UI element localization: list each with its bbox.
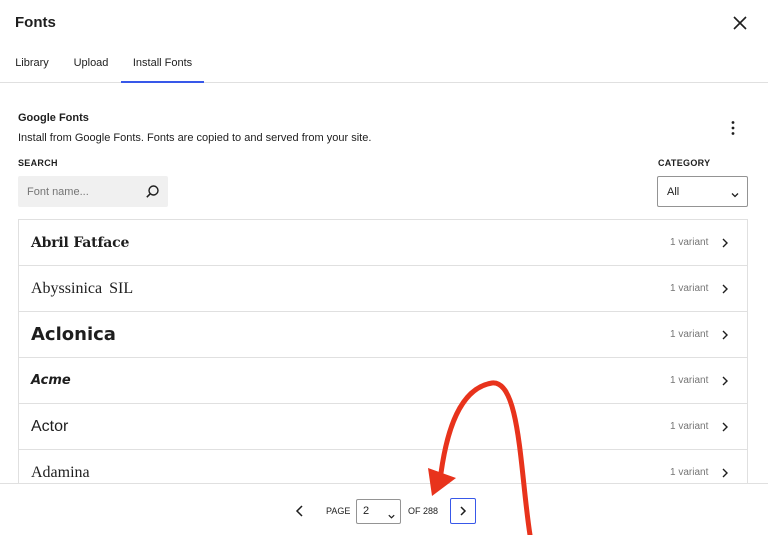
font-name: Aclonica (31, 324, 116, 345)
section-title: Google Fonts (18, 112, 89, 124)
modal-header: Fonts (0, 0, 768, 48)
font-row-adamina[interactable]: Adamina 1 variant (19, 450, 747, 483)
font-list: Abril Fatface 1 variant Abyssinica SIL 1… (18, 219, 748, 483)
font-row-acme[interactable]: Acme 1 variant (19, 358, 747, 404)
variant-count: 1 variant (670, 329, 709, 340)
category-label: CATEGORY (658, 158, 711, 168)
tab-library[interactable]: Library (6, 48, 58, 83)
search-label: SEARCH (18, 158, 58, 168)
variant-count: 1 variant (670, 375, 709, 386)
category-value: All (667, 186, 680, 198)
search-box (18, 176, 168, 207)
font-row-abyssinica-sil[interactable]: Abyssinica SIL 1 variant (19, 266, 747, 312)
chevron-right-icon (719, 374, 731, 386)
tab-upload[interactable]: Upload (64, 48, 118, 83)
font-name: Abyssinica SIL (31, 280, 134, 297)
font-name: Adamina (31, 464, 90, 481)
variant-count: 1 variant (670, 283, 709, 294)
chevron-right-icon (719, 466, 731, 478)
page-label: PAGE (326, 506, 351, 516)
font-row-actor[interactable]: Actor 1 variant (19, 404, 747, 450)
font-row-abril-fatface[interactable]: Abril Fatface 1 variant (19, 220, 747, 266)
search-icon[interactable] (145, 184, 160, 199)
current-page-value: 2 (363, 505, 370, 517)
section-description: Install from Google Fonts. Fonts are cop… (18, 132, 372, 144)
font-name: Actor (31, 418, 69, 435)
total-pages-label: OF 288 (408, 506, 439, 516)
tab-install-fonts[interactable]: Install Fonts (121, 48, 204, 83)
more-vertical-icon[interactable] (723, 118, 743, 138)
chevron-down-icon (387, 508, 396, 519)
previous-page-button[interactable] (292, 503, 308, 519)
close-icon[interactable] (730, 13, 750, 33)
modal-title: Fonts (15, 14, 56, 31)
next-page-button[interactable] (450, 498, 476, 524)
search-input[interactable] (18, 176, 138, 207)
tab-bar: Library Upload Install Fonts (0, 48, 768, 83)
chevron-down-icon (730, 187, 740, 198)
chevron-right-icon (719, 420, 731, 432)
category-select[interactable]: All (657, 176, 748, 207)
variant-count: 1 variant (670, 421, 709, 432)
font-name: Abril Fatface (31, 235, 130, 251)
font-row-aclonica[interactable]: Aclonica 1 variant (19, 312, 747, 358)
variant-count: 1 variant (670, 467, 709, 478)
chevron-right-icon (719, 282, 731, 294)
chevron-right-icon (719, 236, 731, 248)
variant-count: 1 variant (670, 237, 709, 248)
page-select[interactable]: 2 (356, 499, 401, 524)
font-name: Acme (31, 373, 71, 388)
pagination-bar: PAGE 2 OF 288 (0, 483, 768, 535)
chevron-right-icon (719, 328, 731, 340)
